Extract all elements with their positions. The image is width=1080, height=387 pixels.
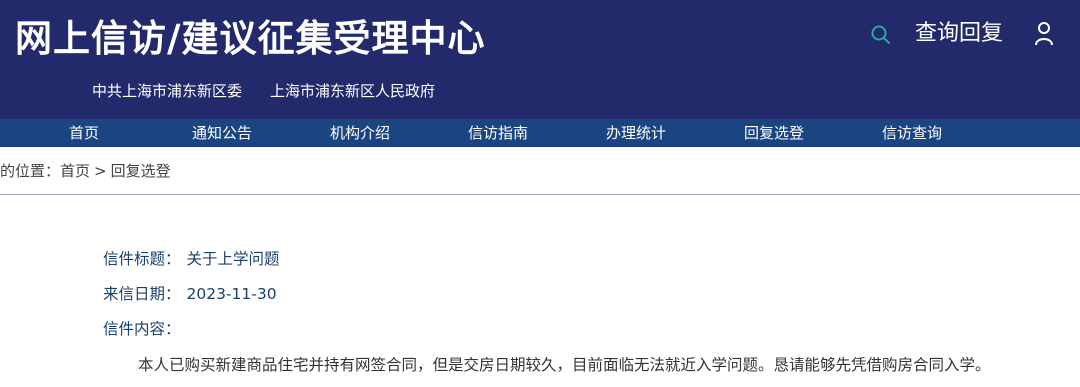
- nav-item-about[interactable]: 机构介绍: [330, 119, 390, 147]
- letter-title-value: 关于上学问题: [186, 250, 280, 268]
- nav-item-notices[interactable]: 通知公告: [192, 119, 252, 147]
- nav-item-home[interactable]: 首页: [69, 119, 99, 147]
- link-district-committee[interactable]: 中共上海市浦东新区委: [92, 79, 242, 103]
- link-district-government[interactable]: 上海市浦东新区人民政府: [270, 79, 435, 103]
- breadcrumb: 的位置： 首页 > 回复选登: [0, 157, 171, 185]
- breadcrumb-separator: >: [94, 162, 107, 180]
- nav-item-guide[interactable]: 信访指南: [468, 119, 528, 147]
- letter-date-row: 来信日期： 2023-11-30: [103, 281, 277, 307]
- site-title: 网上信访/建议征集受理中心: [15, 17, 486, 60]
- site-header: 网上信访/建议征集受理中心 中共上海市浦东新区委 上海市浦东新区人民政府 查询回…: [0, 0, 1080, 119]
- nav-item-statistics[interactable]: 办理统计: [606, 119, 666, 147]
- nav-item-replies[interactable]: 回复选登: [744, 119, 804, 147]
- letter-date-label: 来信日期：: [103, 285, 181, 303]
- letter-title-label: 信件标题：: [103, 250, 181, 268]
- breadcrumb-prefix: 的位置：: [0, 162, 61, 180]
- nav-item-query[interactable]: 信访查询: [882, 119, 942, 147]
- main-nav: 首页 通知公告 机构介绍 信访指南 办理统计 回复选登 信访查询: [0, 119, 1080, 147]
- letter-title-row: 信件标题： 关于上学问题: [103, 246, 280, 272]
- letter-content-text: 本人已购买新建商品住宅并持有网签合同，但是交房日期较久，目前面临无法就近入学问题…: [138, 356, 991, 374]
- letter-content-row: 信件内容：: [103, 316, 181, 342]
- divider: [0, 194, 1080, 195]
- sub-links: 中共上海市浦东新区委 上海市浦东新区人民政府: [92, 79, 435, 103]
- breadcrumb-home[interactable]: 首页: [60, 157, 90, 185]
- user-icon[interactable]: [1033, 21, 1055, 47]
- query-reply-link[interactable]: 查询回复: [915, 18, 1003, 50]
- search-icon[interactable]: [870, 24, 892, 46]
- letter-content-label: 信件内容：: [103, 320, 181, 338]
- breadcrumb-current[interactable]: 回复选登: [111, 157, 171, 185]
- letter-date-value: 2023-11-30: [186, 285, 277, 303]
